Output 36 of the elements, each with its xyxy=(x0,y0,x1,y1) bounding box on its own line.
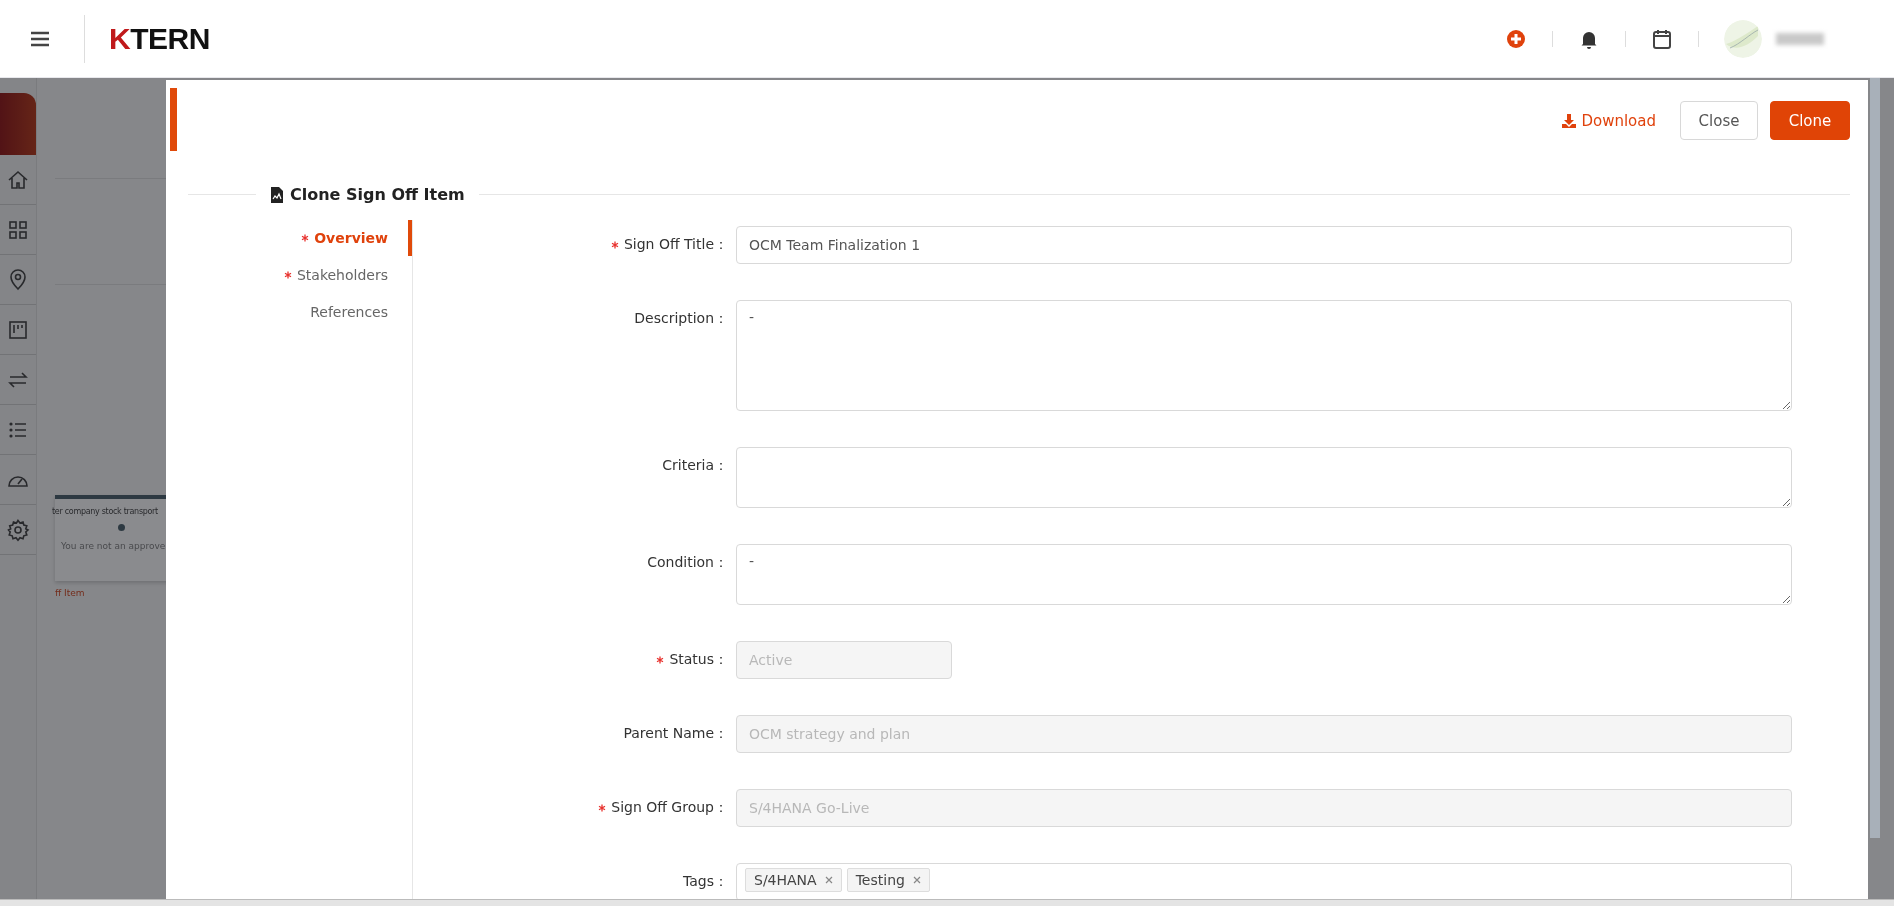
field-label: Sign Off Title： xyxy=(610,226,728,254)
field-label: Condition： xyxy=(647,553,728,572)
field-label: Tags： xyxy=(683,872,728,891)
field-label: Description： xyxy=(634,309,728,328)
remove-icon[interactable] xyxy=(912,876,921,884)
settings-icon[interactable] xyxy=(6,517,30,542)
field-label: Status： xyxy=(656,641,728,669)
field-label: Parent Name： xyxy=(623,724,728,743)
menu-icon[interactable] xyxy=(30,30,50,47)
drawer-title: Clone Sign Off Item xyxy=(290,185,465,204)
tags-field[interactable]: S/4HANA Testing xyxy=(736,863,1792,901)
close-button[interactable]: Close xyxy=(1680,101,1758,140)
horizontal-scrollbar[interactable] xyxy=(0,899,1894,906)
document-icon xyxy=(270,186,284,203)
text-area[interactable]: - xyxy=(736,300,1792,411)
logo[interactable]: KTERN xyxy=(109,21,210,56)
download-button[interactable]: Download xyxy=(1561,111,1656,130)
text-area[interactable]: - xyxy=(736,544,1792,605)
blurred-name xyxy=(1776,32,1824,45)
remove-icon[interactable] xyxy=(824,876,833,884)
download-icon xyxy=(1561,112,1578,129)
accent-bar xyxy=(170,88,177,151)
section-tab[interactable]: References xyxy=(310,293,412,330)
card-title: ter company stock transport xyxy=(52,507,159,516)
text-field[interactable]: OCM Team Finalization 1 xyxy=(736,226,1792,264)
sidebar-logo-tile[interactable] xyxy=(0,93,36,155)
clone-button[interactable]: Clone xyxy=(1770,101,1850,140)
field-label: Sign Off Group： xyxy=(598,789,728,817)
scrollbar[interactable] xyxy=(1870,78,1880,838)
status-dot xyxy=(118,524,125,531)
tag: S/4HANA xyxy=(745,868,842,892)
field-label: Criteria： xyxy=(662,456,728,475)
tag: Testing xyxy=(846,868,930,892)
section-tab[interactable]: Stakeholders xyxy=(283,256,412,293)
add-icon[interactable] xyxy=(1505,27,1527,50)
calendar-icon[interactable] xyxy=(1651,27,1673,50)
